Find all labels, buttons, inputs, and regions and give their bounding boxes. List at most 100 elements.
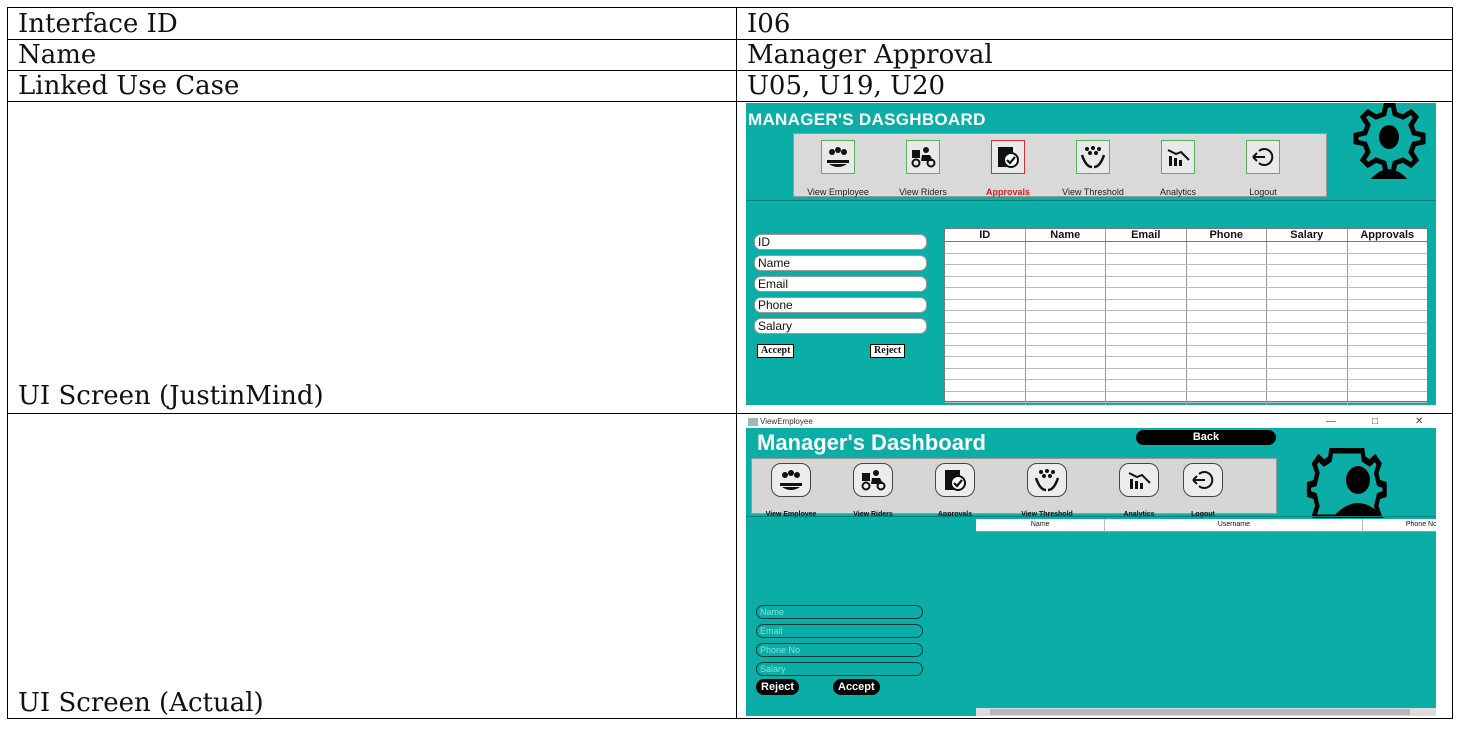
mockup-table-cell [1106,345,1187,356]
mockup-table-cell [945,276,1026,287]
mockup-table-cell [1267,299,1348,310]
mockup-col-header: Salary [1267,229,1348,241]
mockup-phone-field[interactable]: Phone [754,297,927,313]
mockup-table-cell [1026,391,1106,402]
mockup-table-cell [1348,392,1428,403]
mockup-table-row[interactable] [945,253,1427,265]
mockup-nav-bar: View Employee View Riders Approvals View… [793,133,1327,197]
logout-icon [1252,148,1274,166]
nav-label: View Employee [765,511,817,518]
mockup-col-header: Name [1026,229,1106,241]
mockup-table-row[interactable] [945,276,1428,288]
mockup-table-cell [1187,299,1267,310]
nav-view-employee[interactable]: View Employee [756,463,826,530]
mockup-reject-button[interactable]: Reject [870,344,906,358]
rider-scooter-icon [911,147,936,168]
mockup-salary-field[interactable]: Salary [754,318,927,334]
mockup-table-row[interactable] [945,299,1427,311]
employees-table[interactable]: Name Username Phone No [975,519,1436,716]
mockup-table-cell [1348,346,1428,357]
mockup-table-cell [1267,403,1348,405]
name-input[interactable]: Name [756,605,923,619]
mockup-table-cell [1026,345,1106,356]
mockup-table-row[interactable] [945,380,1427,392]
email-input[interactable]: Email [756,624,923,638]
mockup-nav-approvals[interactable]: Approvals [968,140,1048,207]
mockup-table-row[interactable] [945,391,1428,403]
mockup-table-row[interactable] [945,357,1427,369]
mockup-nav-view-employee[interactable]: View Employee [798,140,878,207]
mockup-table-cell [1267,357,1348,368]
mockup-table-cell [1348,369,1428,380]
mockup-table-row[interactable] [945,311,1427,323]
mockup-table-cell [945,253,1026,264]
spec-value-name: Manager Approval [736,39,1453,71]
mockup-table-row[interactable] [945,288,1427,300]
mockup-table-cell [945,357,1026,368]
mockup-table-cell [945,380,1026,391]
mockup-table-row[interactable] [945,242,1427,254]
mockup-table-cell [1106,276,1187,287]
minimize-icon[interactable]: — [1326,415,1336,428]
justinmind-mockup: MANAGER'S DASGHBOARD View Employee View … [746,103,1436,405]
reject-button[interactable]: Reject [756,679,800,695]
mockup-col-header: Email [1106,229,1187,241]
mockup-table-cell [945,368,1026,379]
phone-input[interactable]: Phone No [756,643,923,657]
mockup-table-cell [1267,334,1348,345]
mockup-table-cell [1348,380,1428,391]
mockup-table-cell [1348,277,1428,288]
mockup-nav-analytics[interactable]: Analytics [1138,140,1218,207]
mockup-table-cell [1187,265,1267,276]
mockup-nav-view-threshold[interactable]: View Threshold [1053,140,1133,207]
mockup-table-cell [1026,265,1106,276]
mockup-nav-label: Logout [1249,187,1277,197]
mockup-table-cell [1106,380,1187,391]
maximize-icon[interactable]: □ [1372,415,1378,428]
mockup-table-cell [945,288,1026,299]
mockup-email-field[interactable]: Email [754,276,927,292]
manager-gear-avatar-icon [1306,448,1387,518]
window-titlebar: ViewEmployee — □ ✕ [746,415,1436,428]
mockup-name-field[interactable]: Name [754,255,927,271]
accept-button[interactable]: Accept [833,679,880,695]
mockup-table-row[interactable] [945,322,1427,334]
mockup-table-row[interactable] [945,368,1428,380]
mockup-table-cell [1026,334,1106,345]
spec-label-linked-use-case: Linked Use Case [7,70,737,102]
mockup-table-cell [1348,403,1428,405]
mockup-approvals-table: ID Name Email Phone Salary Approvals [944,228,1428,405]
spec-label-ui-justinmind: UI Screen (JustinMind) [7,101,737,414]
col-header-phone[interactable]: Phone No [1363,519,1436,531]
nav-view-riders[interactable]: View Riders [838,463,908,530]
salary-input[interactable]: Salary [756,662,923,676]
mockup-table-header: ID Name Email Phone Salary Approvals [945,229,1427,242]
close-icon[interactable]: ✕ [1415,415,1423,428]
back-button[interactable]: Back [1136,430,1276,445]
mockup-table-cell [1106,403,1187,405]
mockup-table-cell [1348,357,1428,368]
mockup-nav-logout[interactable]: Logout [1223,140,1303,207]
mockup-table-row[interactable] [945,334,1427,346]
mockup-table-cell [1187,276,1267,287]
analytics-icon [1128,472,1151,489]
mockup-table-cell [1106,322,1187,333]
mockup-table-row[interactable] [945,265,1427,277]
mockup-accept-button[interactable]: Accept [757,344,795,358]
horizontal-scrollbar[interactable] [976,708,1436,716]
mockup-nav-view-riders[interactable]: View Riders [883,140,963,207]
mockup-col-header: Approvals [1360,229,1415,241]
mockup-table-cell [1348,288,1428,299]
mockup-table-cell [1026,311,1106,322]
spec-label-interface-id: Interface ID [7,7,737,40]
scrollbar-thumb[interactable] [990,709,1410,715]
mockup-table-cell [1187,322,1267,333]
mockup-id-field[interactable]: ID [754,234,927,250]
mockup-table-cell [1267,391,1348,402]
mockup-nav-label: Analytics [1159,187,1196,197]
actual-screen-cell: ViewEmployee — □ ✕ Manager's Dashboard B… [736,413,1453,719]
col-header-username[interactable]: Username [1105,519,1364,531]
col-header-name[interactable]: Name [976,519,1106,531]
mockup-table-row[interactable] [945,403,1427,405]
mockup-table-row[interactable] [945,345,1428,357]
